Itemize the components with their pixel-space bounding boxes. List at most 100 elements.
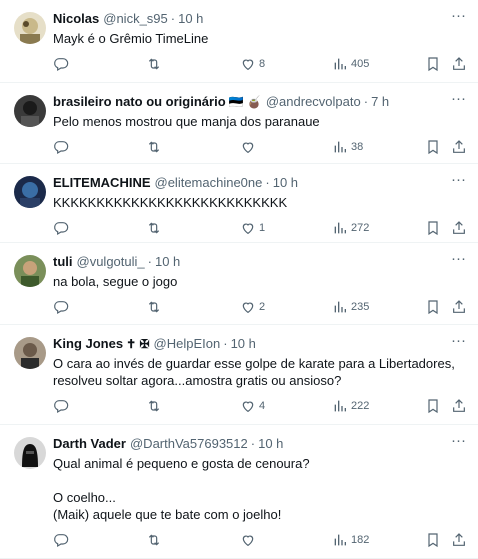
bookmark-button[interactable] (425, 220, 441, 236)
author-name[interactable]: Darth Vader (53, 435, 126, 453)
bookmark-button[interactable] (425, 299, 441, 315)
retweet-button[interactable] (146, 532, 162, 548)
avatar[interactable] (14, 95, 46, 127)
tweet-text-line (53, 472, 468, 489)
avatar[interactable] (14, 437, 46, 469)
views-button[interactable]: 272 (332, 220, 369, 236)
views-button[interactable]: 222 (332, 398, 369, 414)
timestamp[interactable]: 10 h (258, 435, 283, 453)
reply-tweet[interactable]: brasileiro nato ou originário 🇪🇪 🧉 @andr… (0, 83, 478, 164)
author-handle[interactable]: @elitemachine0ne (155, 174, 263, 192)
more-icon[interactable]: ··· (451, 251, 466, 267)
more-icon[interactable]: ··· (451, 433, 466, 449)
retweet-button[interactable] (146, 56, 162, 72)
timestamp[interactable]: 10 h (273, 174, 298, 192)
like-count: 4 (259, 400, 266, 412)
retweet-icon (146, 56, 162, 72)
timestamp[interactable]: 7 h (371, 93, 389, 111)
tweet-text: Qual animal é pequeno e gosta de cenoura… (53, 455, 468, 523)
tweet-text-line: (Maik) aquele que te bate com o joelho! (53, 507, 282, 522)
reply-tweet[interactable]: ELITEMACHINE @elitemachine0ne · 10 h ···… (0, 164, 478, 243)
author-name[interactable]: brasileiro nato ou originário (53, 93, 226, 111)
timestamp[interactable]: 10 h (231, 335, 256, 353)
views-button[interactable]: 405 (332, 56, 369, 72)
share-icon (451, 139, 467, 155)
tweet-text: Mayk é o Grêmio TimeLine (53, 30, 468, 47)
like-button[interactable]: 2 (240, 299, 265, 315)
author-name[interactable]: tuli (53, 253, 73, 271)
author-handle[interactable]: @nick_s95 (103, 10, 168, 28)
like-button[interactable]: 8 (240, 56, 265, 72)
more-icon[interactable]: ··· (451, 172, 466, 188)
reply-button[interactable] (53, 398, 69, 414)
retweet-button[interactable] (146, 220, 162, 236)
reply-icon (53, 220, 69, 236)
tweet-actions: 2 235 (53, 290, 468, 324)
bookmark-button[interactable] (425, 56, 441, 72)
author-handle[interactable]: @HelpEIon (154, 335, 221, 353)
separator-dot: · (147, 254, 152, 269)
share-button[interactable] (451, 139, 467, 155)
author-name[interactable]: ELITEMACHINE (53, 174, 151, 192)
author-handle[interactable]: @andrecvolpato (266, 93, 361, 111)
reply-tweet[interactable]: Nicolas @nick_s95 · 10 h ··· Mayk é o Gr… (0, 0, 478, 83)
share-button[interactable] (451, 532, 467, 548)
like-button[interactable]: 4 (240, 398, 265, 414)
tweet-actions: 182 (53, 523, 468, 557)
separator-dot: · (250, 436, 256, 451)
retweet-icon (146, 139, 162, 155)
retweet-button[interactable] (146, 299, 162, 315)
reply-button[interactable] (53, 139, 69, 155)
tweet-header: ELITEMACHINE @elitemachine0ne · 10 h (53, 174, 468, 192)
reply-button[interactable] (53, 56, 69, 72)
tweet-actions: 8 405 (53, 47, 468, 81)
reply-feed: Nicolas @nick_s95 · 10 h ··· Mayk é o Gr… (0, 0, 478, 559)
like-button[interactable] (240, 139, 256, 155)
author-name[interactable]: King Jones (53, 335, 123, 353)
avatar[interactable] (14, 337, 46, 369)
author-name[interactable]: Nicolas (53, 10, 99, 28)
share-button[interactable] (451, 299, 467, 315)
like-button[interactable]: 1 (240, 220, 265, 236)
share-button[interactable] (451, 220, 467, 236)
more-icon[interactable]: ··· (451, 8, 466, 24)
like-icon (240, 532, 256, 548)
retweet-button[interactable] (146, 139, 162, 155)
avatar[interactable] (14, 12, 46, 44)
reply-button[interactable] (53, 532, 69, 548)
more-icon[interactable]: ··· (451, 333, 466, 349)
avatar[interactable] (14, 255, 46, 287)
views-button[interactable]: 38 (332, 139, 363, 155)
reply-icon (53, 299, 69, 315)
views-button[interactable]: 235 (332, 299, 369, 315)
avatar[interactable] (14, 176, 46, 208)
views-button[interactable]: 182 (332, 532, 369, 548)
reply-icon (53, 56, 69, 72)
tweet-text-line: resolveu soltar agora...amostra gratis o… (53, 373, 342, 388)
retweet-button[interactable] (146, 398, 162, 414)
timestamp[interactable]: 10 h (155, 253, 180, 271)
separator-dot: · (363, 94, 369, 109)
share-button[interactable] (451, 56, 467, 72)
tweet-text: O cara ao invés de guardar esse golpe de… (53, 355, 468, 389)
view-count: 272 (351, 222, 370, 234)
tweet-text-line: O cara ao invés de guardar esse golpe de… (53, 356, 455, 371)
like-button[interactable] (240, 532, 256, 548)
author-handle[interactable]: @vulgotuli_ (77, 253, 145, 271)
reply-button[interactable] (53, 220, 69, 236)
author-handle[interactable]: @DarthVa57693512 (130, 435, 248, 453)
more-icon[interactable]: ··· (451, 91, 466, 107)
bookmark-button[interactable] (425, 532, 441, 548)
reply-button[interactable] (53, 299, 69, 315)
reply-icon (53, 398, 69, 414)
reply-tweet[interactable]: King Jones ✝ ✠ @HelpEIon · 10 h ··· O ca… (0, 325, 478, 425)
timestamp[interactable]: 10 h (178, 10, 203, 28)
reply-tweet[interactable]: Darth Vader @DarthVa57693512 · 10 h ··· … (0, 425, 478, 559)
reply-tweet[interactable]: tuli @vulgotuli_ · 10 h ··· na bola, seg… (0, 243, 478, 325)
separator-dot: · (170, 11, 176, 26)
view-count: 222 (351, 400, 370, 412)
view-count: 182 (351, 534, 370, 546)
bookmark-button[interactable] (425, 398, 441, 414)
bookmark-button[interactable] (425, 139, 441, 155)
share-button[interactable] (451, 398, 467, 414)
